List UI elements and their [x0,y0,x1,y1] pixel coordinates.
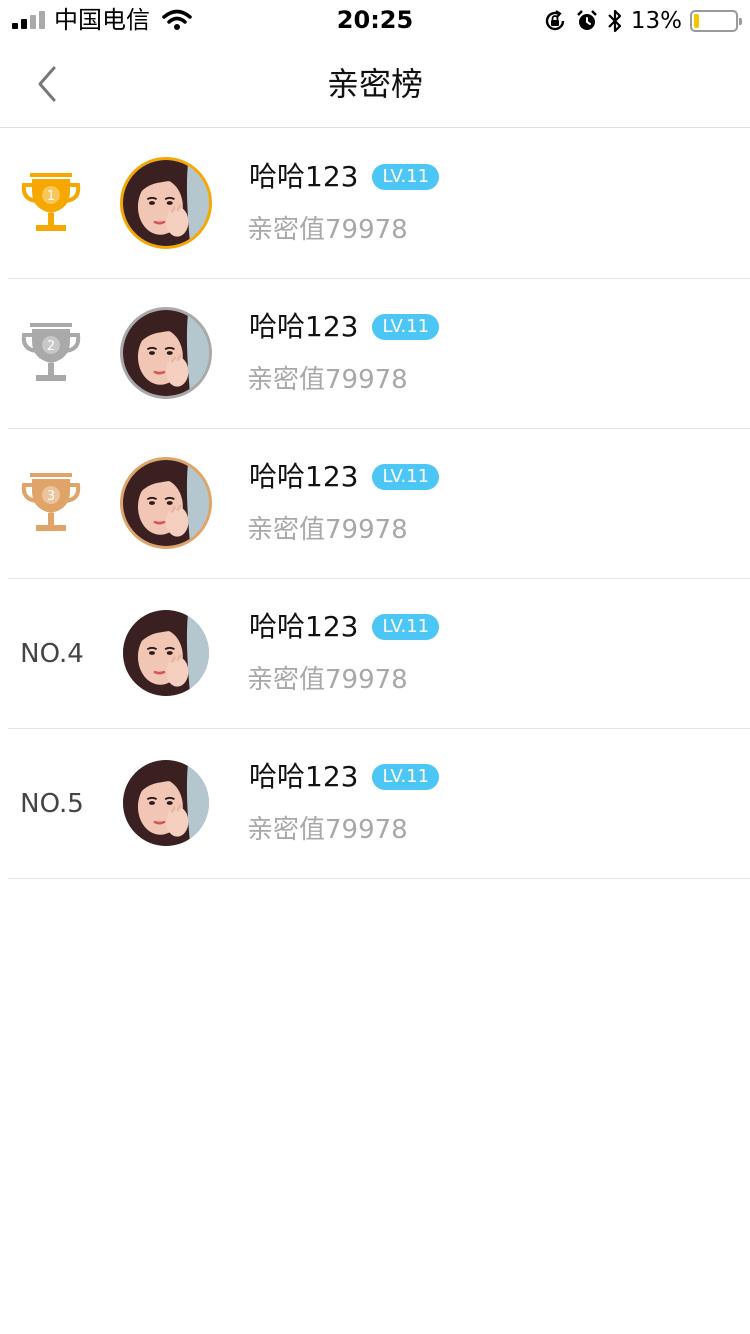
bronze-trophy-icon: 3 [18,469,84,537]
avatar[interactable] [120,307,212,399]
level-badge: LV.11 [372,314,440,340]
list-item[interactable]: 3 哈哈123 LV.11 亲密值79978 [8,429,750,579]
trophy-rank-number: 3 [47,489,55,504]
level-badge: LV.11 [372,464,440,490]
orientation-lock-icon [543,9,567,33]
intimacy-value: 亲密值79978 [247,365,408,395]
intimacy-value: 亲密值79978 [247,215,408,245]
name-line: 哈哈123 LV.11 [249,309,440,345]
level-badge: LV.11 [372,164,440,190]
avatar[interactable] [120,157,212,249]
page-title: 亲密榜 [326,65,423,103]
level-badge: LV.11 [372,764,440,790]
rank-label: NO.4 [20,639,84,669]
navigation-bar: 亲密榜 [0,40,750,128]
name-line: 哈哈123 LV.11 [249,459,440,495]
battery-percent: 13% [630,8,682,34]
trophy-rank-number: 1 [47,189,55,204]
user-name: 哈哈123 [249,160,359,193]
user-name: 哈哈123 [249,610,359,643]
list-item[interactable]: NO.4 哈哈123 LV.11 亲密值79978 [8,579,750,729]
intimacy-value: 亲密值79978 [247,815,408,845]
user-name: 哈哈123 [249,310,359,343]
name-line: 哈哈123 LV.11 [249,759,440,795]
gold-trophy-icon: 1 [18,169,84,237]
user-name: 哈哈123 [249,460,359,493]
list-item[interactable]: NO.5 哈哈123 LV.11 亲密值79978 [8,729,750,879]
intimacy-value: 亲密值79978 [247,665,408,695]
battery-level-fill [694,14,700,28]
bluetooth-icon [607,8,623,34]
list-item[interactable]: 1 哈哈123 LV.11 亲密值79978 [8,129,750,279]
intimacy-ranking-list: 1 哈哈123 LV.11 亲密值79978 2 哈哈123 LV.11 亲密值… [0,129,750,879]
user-name: 哈哈123 [249,760,359,793]
trophy-rank-number: 2 [47,339,55,354]
avatar[interactable] [120,457,212,549]
avatar[interactable] [120,607,212,699]
list-item[interactable]: 2 哈哈123 LV.11 亲密值79978 [8,279,750,429]
intimacy-value: 亲密值79978 [247,515,408,545]
name-line: 哈哈123 LV.11 [249,609,440,645]
avatar[interactable] [120,757,212,849]
rank-label: NO.5 [20,789,84,819]
silver-trophy-icon: 2 [18,319,84,387]
battery-icon [690,10,742,32]
level-badge: LV.11 [372,614,440,640]
status-bar: 中国电信 20:25 13% [0,0,750,40]
name-line: 哈哈123 LV.11 [249,159,440,195]
alarm-icon [575,9,599,33]
